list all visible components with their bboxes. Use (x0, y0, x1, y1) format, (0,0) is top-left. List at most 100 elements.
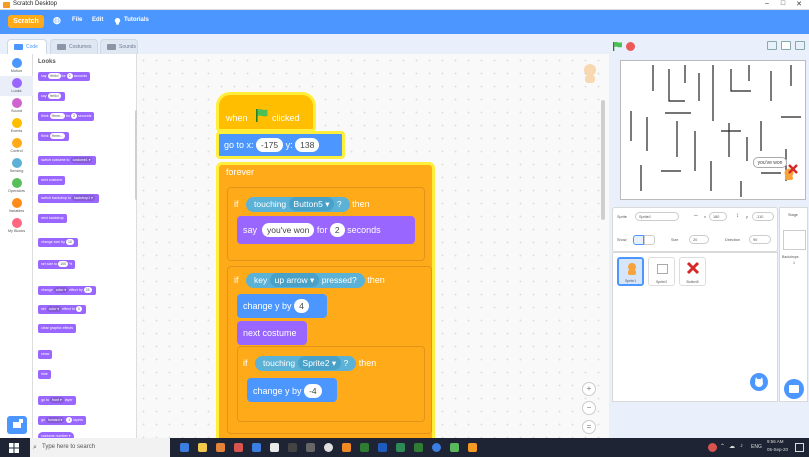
change-size-block[interactable]: change size by 10 (38, 238, 78, 247)
change-effect-block[interactable]: change color ▾ effect by 25 (38, 286, 96, 295)
sprite-thumb-sprite1[interactable]: Sprite1 (617, 257, 644, 286)
clear-effects-block[interactable]: clear graphic effects (38, 324, 77, 333)
close-window-button[interactable]: ✕ (792, 0, 806, 8)
touching-sprite-dropdown[interactable]: Sprite2 ▾ (297, 356, 342, 370)
file-menu[interactable]: File (72, 17, 82, 23)
category-motion[interactable]: Motion (0, 56, 33, 76)
block-input[interactable]: 1 (66, 417, 73, 423)
set-effect-block[interactable]: set color ▾ effect to 0 (38, 305, 86, 314)
show-visible-toggle[interactable] (633, 235, 644, 245)
touching-button-condition[interactable]: touching Button5 ▾ ? (246, 197, 350, 212)
go-layers-block[interactable]: go forward ▾ 1 layers (38, 416, 86, 425)
taskbar-app-icon[interactable] (234, 443, 243, 452)
block-input[interactable]: Hmm... (49, 133, 65, 139)
category-looks[interactable]: Looks (0, 76, 33, 96)
network-icon[interactable]: ☁ (729, 443, 735, 450)
block-input[interactable]: Hello! (47, 93, 61, 99)
next-costume-block[interactable]: next costume (38, 176, 66, 185)
tab-code[interactable]: Code (7, 39, 47, 54)
category-events[interactable]: Events (0, 116, 33, 136)
stop-icon[interactable] (626, 42, 635, 51)
language-indicator[interactable]: ENG (751, 444, 762, 450)
direction-input[interactable]: 90 (749, 235, 771, 244)
taskbar-app-icon[interactable] (252, 443, 261, 452)
language-globe-icon[interactable]: ◍ (53, 15, 61, 26)
taskbar-app-icon[interactable] (342, 443, 351, 452)
think-block[interactable]: think Hmm... (38, 132, 69, 141)
notifications-icon[interactable] (795, 443, 804, 452)
block-input[interactable]: Hello! (47, 73, 61, 79)
switch-backdrop-block[interactable]: switch backdrop to backdrop1 ▾ (38, 194, 99, 203)
layer-direction-dropdown[interactable]: forward ▾ (46, 417, 65, 423)
touching-target-dropdown[interactable]: Button5 ▾ (288, 197, 335, 211)
excel-icon[interactable] (360, 443, 369, 452)
key-pressed-condition[interactable]: key up arrow ▾ pressed? (246, 273, 365, 288)
category-my-blocks[interactable]: My Blocks (0, 216, 33, 236)
tab-costumes[interactable]: Costumes (50, 39, 98, 54)
file-explorer-icon[interactable] (198, 443, 207, 452)
taskbar-app-icon[interactable] (432, 443, 441, 452)
effect-dropdown[interactable]: color ▾ (53, 287, 69, 293)
block-input[interactable]: 100 (58, 261, 69, 267)
block-input[interactable]: 10 (65, 239, 74, 245)
show-hidden-toggle[interactable] (644, 235, 655, 245)
script-scrollbar[interactable] (601, 100, 605, 220)
scratch-logo[interactable]: Scratch (8, 15, 44, 28)
tray-chevron-icon[interactable]: ⌃ (720, 443, 725, 450)
hide-block[interactable]: hide (38, 370, 51, 379)
change-y-input[interactable]: 4 (294, 299, 309, 313)
next-backdrop-block[interactable]: next backdrop (38, 214, 67, 223)
effect-dropdown[interactable]: color ▾ (46, 306, 62, 312)
taskbar-app-icon[interactable] (414, 443, 423, 452)
scratch-taskbar-icon[interactable] (468, 443, 477, 452)
sprite-thumb-button5[interactable]: Button5 (679, 257, 706, 286)
sprite-name-input[interactable]: Sprite1 (635, 212, 679, 221)
y-input[interactable]: 138 (295, 138, 320, 152)
category-operators[interactable]: Operators (0, 176, 33, 196)
block-input[interactable]: 25 (83, 287, 92, 293)
sprite-thumb-sprite2[interactable]: Sprite2 (648, 257, 675, 286)
tutorials-menu[interactable]: Tutorials (124, 17, 149, 23)
script-area[interactable]: forever when clicked go to x: -175 y: 13… (137, 54, 609, 438)
block-input[interactable]: 2 (71, 113, 78, 119)
change-y-negative-input[interactable]: -4 (304, 384, 322, 398)
key-dropdown[interactable]: up arrow ▾ (269, 273, 320, 287)
y-input[interactable]: -110 (752, 212, 774, 221)
taskbar-search-box[interactable]: ⌕ Type here to search (30, 438, 170, 457)
taskbar-app-icon[interactable] (288, 443, 297, 452)
stage-canvas[interactable]: you've won (620, 60, 806, 200)
task-view-icon[interactable] (180, 443, 189, 452)
think-for-block[interactable]: think Hmm... for 2 seconds (38, 112, 95, 121)
green-flag-icon[interactable] (612, 41, 623, 52)
block-input[interactable]: 2 (66, 73, 73, 79)
choose-backdrop-button[interactable] (784, 379, 804, 399)
choose-sprite-button[interactable] (750, 373, 768, 391)
chrome-icon[interactable] (324, 443, 333, 452)
switch-costume-block[interactable]: switch costume to costume1 ▾ (38, 156, 97, 165)
go-to-layer-block[interactable]: go to front ▾ layer (38, 396, 76, 405)
minimize-button[interactable]: – (760, 0, 774, 7)
say-message-input[interactable]: you've won (262, 223, 315, 237)
taskbar-app-icon[interactable] (396, 443, 405, 452)
fullscreen-icon[interactable] (795, 41, 805, 50)
say-for-block[interactable]: say Hello! for 2 seconds (38, 72, 91, 81)
taskbar-app-icon[interactable] (270, 443, 279, 452)
size-input[interactable]: 20 (689, 235, 709, 244)
zoom-out-button[interactable]: − (582, 401, 596, 415)
stage-thumbnail[interactable] (783, 230, 806, 250)
stage-selector[interactable]: Stage Backdrops 1 (779, 207, 808, 402)
category-variables[interactable]: Variables (0, 196, 33, 216)
layer-dropdown[interactable]: front ▾ (50, 397, 64, 403)
maximize-button[interactable]: □ (776, 0, 790, 7)
touching-sprite-condition[interactable]: touching Sprite2 ▾ ? (255, 356, 357, 371)
windows-start-icon[interactable] (9, 443, 19, 453)
category-control[interactable]: Control (0, 136, 33, 156)
show-block[interactable]: show (38, 350, 53, 359)
category-sound[interactable]: Sound (0, 96, 33, 116)
add-extension-button[interactable] (7, 416, 27, 434)
x-input[interactable]: 180 (709, 212, 727, 221)
costume-dropdown[interactable]: costume1 ▾ (70, 157, 93, 163)
block-input[interactable]: Hmm... (49, 113, 65, 119)
edit-menu[interactable]: Edit (92, 17, 103, 23)
taskbar-app-icon[interactable] (216, 443, 225, 452)
